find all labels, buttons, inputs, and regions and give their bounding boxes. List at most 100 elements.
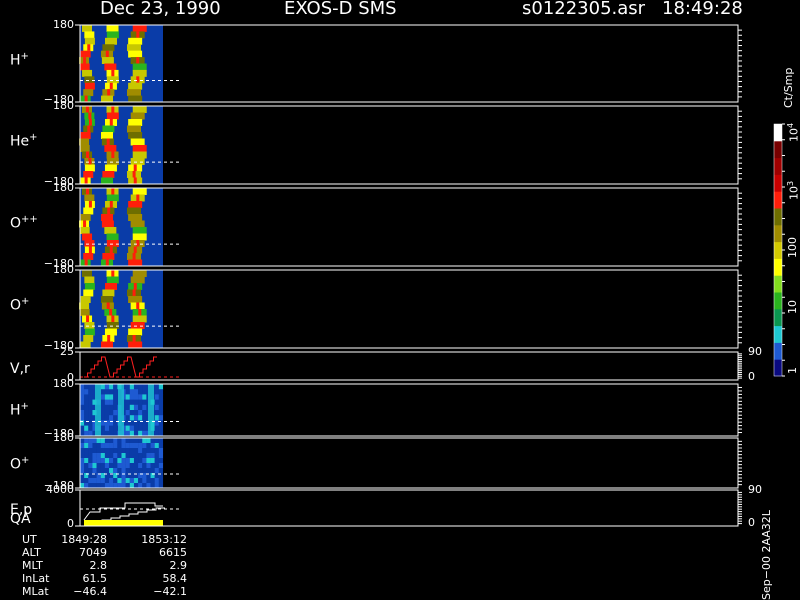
panel-2-peak-cell xyxy=(88,201,92,208)
panel-1-peak-cell xyxy=(133,177,137,184)
panel-6-cell xyxy=(88,478,93,484)
panel-3-band-cell xyxy=(82,270,92,277)
panel-6-cell xyxy=(80,438,85,444)
panel-1-peak-cell xyxy=(106,138,110,145)
panel-1-peak-cell xyxy=(107,171,111,178)
panel-5-cell xyxy=(142,425,147,432)
panel-5-cell xyxy=(80,404,85,411)
panel-6-cell xyxy=(113,468,118,474)
panel-3-band-cell xyxy=(80,341,91,349)
panel-6-cell xyxy=(121,438,126,444)
panel-0-band-cell xyxy=(127,44,142,52)
panel-5-cell xyxy=(158,404,164,411)
panel-5-cell xyxy=(158,389,164,395)
panel-2-band-cell xyxy=(106,194,119,202)
panel-6-cell xyxy=(80,458,85,464)
panel-3-band-cell xyxy=(132,315,147,323)
panel-0-band-cell xyxy=(128,82,143,90)
panel-5-cell xyxy=(142,399,147,406)
panel-7-ytick-top: 4000 xyxy=(46,483,74,496)
colorbar-label-base: 1 xyxy=(786,367,799,374)
panel-5-cell xyxy=(84,410,89,416)
panel-3-band-cell xyxy=(84,322,95,329)
panel-2-band-cell xyxy=(132,227,147,234)
panel-7-energy-line xyxy=(83,502,163,521)
panel-6-cell xyxy=(138,443,143,449)
panel-6-cell xyxy=(121,443,126,449)
panel-6-cell xyxy=(113,448,118,454)
panel-6-cell xyxy=(96,458,101,464)
panel-2-peak-cell xyxy=(83,220,87,227)
panel-6-cell xyxy=(146,478,151,484)
panel-6-cell xyxy=(117,463,122,469)
panel-5-cell xyxy=(84,399,89,406)
panel-0-band-cell xyxy=(84,76,95,84)
panel-6-cell xyxy=(80,448,85,454)
panel-6-cell xyxy=(84,448,89,454)
panel-5-cell xyxy=(125,384,130,390)
panel-2-band-cell xyxy=(104,227,117,234)
panel-6-cell xyxy=(113,458,118,464)
panel-4-ytick-top: 25 xyxy=(60,345,74,358)
panel-1-peak-cell xyxy=(86,151,90,158)
panel-5-cell xyxy=(138,389,143,395)
panel-0-band-cell xyxy=(79,63,90,71)
panel-3-band-cell xyxy=(128,328,143,336)
panel-1-band-cell xyxy=(132,151,147,159)
colorbar-segment xyxy=(774,224,782,243)
panel-1-band-cell xyxy=(79,138,90,146)
panel-6-cell xyxy=(96,448,101,454)
colorbar-segment xyxy=(774,359,782,377)
panel-0-band-cell xyxy=(101,95,114,103)
panel-5-cell xyxy=(154,404,159,411)
panel-5-cell xyxy=(100,415,105,421)
panel-6-cell xyxy=(113,443,118,449)
colorbar-segment xyxy=(774,174,782,192)
panel-5-cell xyxy=(138,404,143,411)
panel-6-cell xyxy=(92,458,97,464)
panel-0-band-cell xyxy=(80,50,91,58)
panel-5-cell xyxy=(154,394,159,401)
panel-6-cell xyxy=(113,453,118,459)
panel-5-cell xyxy=(142,410,147,416)
panel-1-band-cell xyxy=(79,145,90,152)
panel-6-cell xyxy=(104,478,110,484)
panel-5-cell xyxy=(80,384,85,390)
colorbar-unit: Ct/Smp xyxy=(782,67,795,108)
panel-5-cell xyxy=(129,404,134,411)
panel-1-band-cell xyxy=(106,112,119,120)
panel-1-peak-cell xyxy=(111,151,115,158)
panel-3-peak-cell xyxy=(133,283,137,290)
panel-1-peak-cell xyxy=(87,125,91,132)
panel-1-band-cell xyxy=(127,125,142,133)
panel-5-cell xyxy=(80,415,85,421)
panel-0-peak-cell xyxy=(84,95,88,102)
panel-2-peak-cell xyxy=(132,253,136,260)
panel-6-cell xyxy=(125,468,130,474)
panel-1-peak-cell xyxy=(88,112,92,119)
panel-0-band-cell xyxy=(83,89,94,97)
panel-3-peak-cell xyxy=(86,315,90,322)
panel-3-band-cell xyxy=(79,302,90,310)
panel-1-band-cell xyxy=(106,158,119,165)
panel-6-species-name: O xyxy=(10,456,22,473)
panel-5-cell xyxy=(129,389,134,395)
panel-6-cell xyxy=(100,463,105,469)
panel-1-peak-cell xyxy=(84,177,88,184)
panel-0-band-cell xyxy=(128,50,143,58)
panel-1-peak-cell xyxy=(86,106,89,113)
panel-6-cell xyxy=(125,443,130,449)
panel-6-cell xyxy=(146,463,151,469)
panel-6-cell xyxy=(104,468,110,474)
panel-6-cell xyxy=(146,448,151,454)
panel-1-band-cell xyxy=(104,164,117,172)
panel-6-cell xyxy=(88,468,93,474)
panel-7-y2tick-top: 90 xyxy=(748,483,762,496)
panel-4-velocity-line xyxy=(84,356,157,378)
panel-5-cell xyxy=(138,410,143,416)
panel-0-band-cell xyxy=(132,63,147,71)
panel-6-cell xyxy=(109,468,114,474)
panel-6-cell xyxy=(129,443,134,449)
panel-6-cell xyxy=(92,438,97,444)
panel-1-peak-cell xyxy=(88,158,92,165)
